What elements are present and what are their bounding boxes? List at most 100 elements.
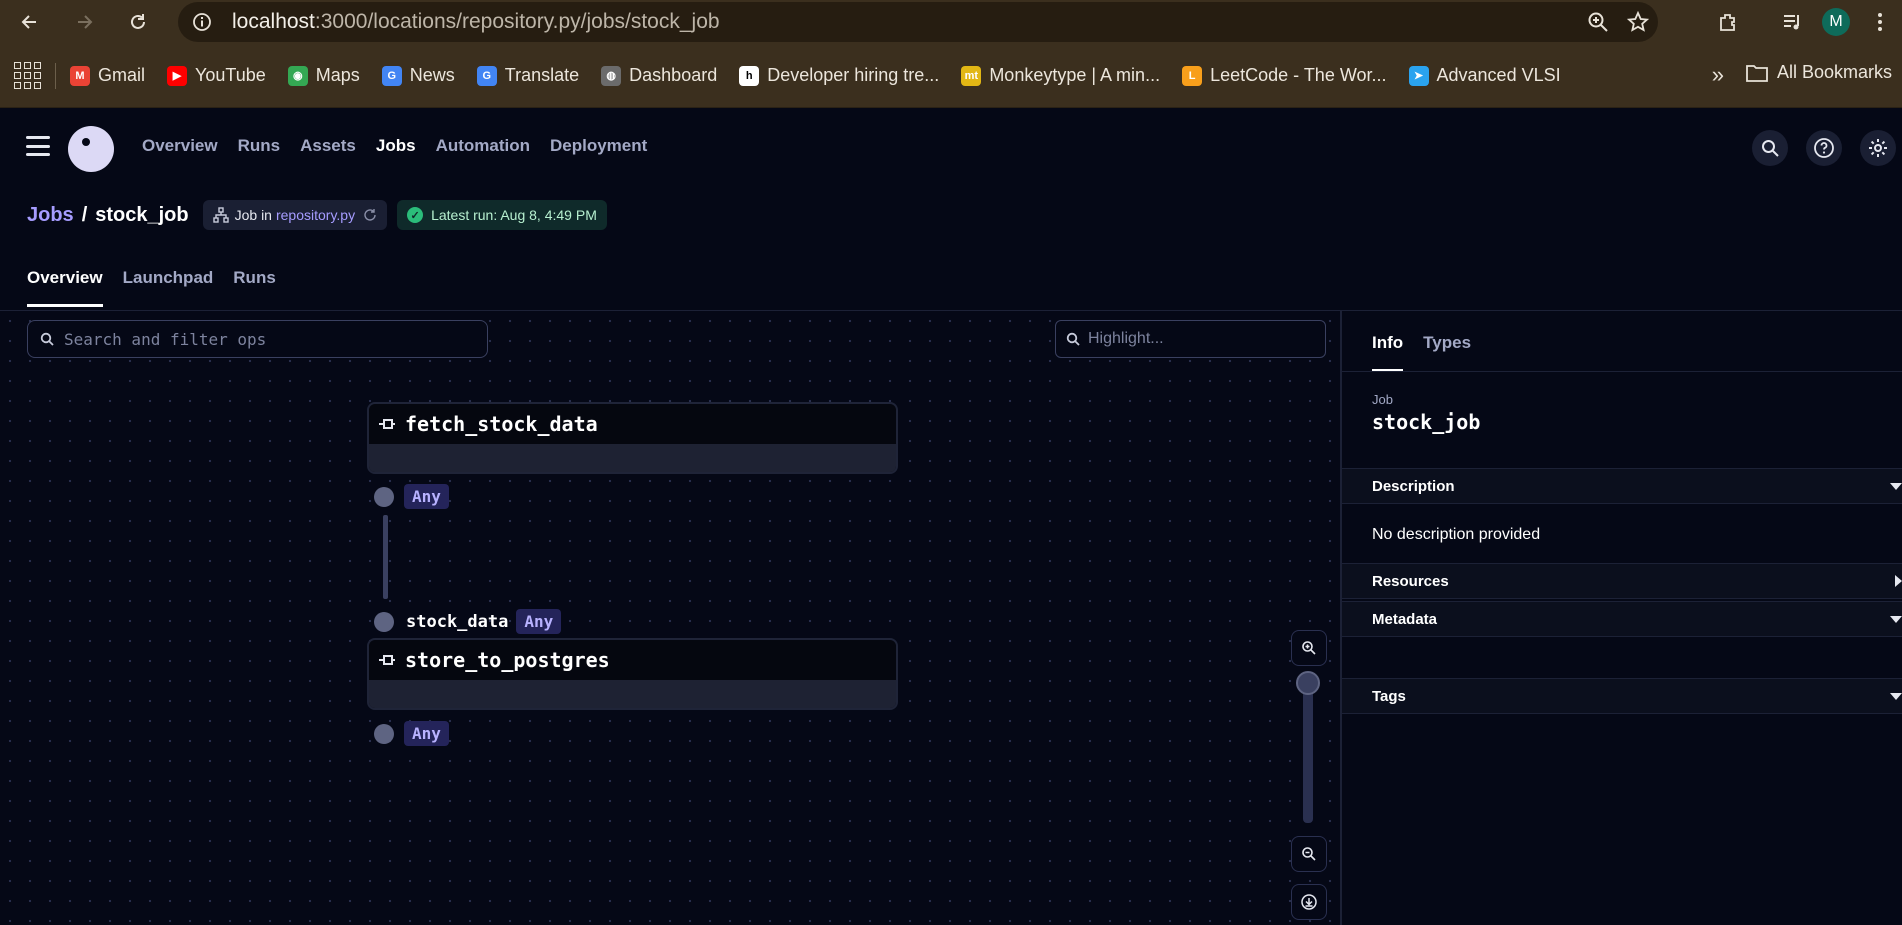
port-dot bbox=[374, 723, 394, 744]
dagster-logo[interactable] bbox=[68, 126, 114, 172]
op-body bbox=[369, 680, 896, 708]
tab-overview[interactable]: Overview bbox=[27, 268, 103, 307]
more-bookmarks-icon[interactable]: » bbox=[1712, 62, 1724, 88]
type-badge: Any bbox=[404, 721, 449, 746]
menu-dots-icon[interactable] bbox=[1858, 0, 1902, 44]
nav-item-automation[interactable]: Automation bbox=[436, 136, 530, 156]
job-name: stock_job bbox=[1372, 410, 1481, 434]
bookmark-label: Monkeytype | A min... bbox=[989, 65, 1161, 85]
page-tabs: Overview Launchpad Runs bbox=[27, 268, 276, 307]
bookmark-label: Gmail bbox=[98, 65, 146, 85]
bookmark-label: Dashboard bbox=[629, 65, 718, 85]
zoom-icon[interactable] bbox=[1578, 2, 1618, 42]
bookmark-favicon-icon: h bbox=[739, 65, 760, 86]
bookmark-youtube[interactable]: ▶ YouTube bbox=[167, 65, 266, 86]
breadcrumb-separator: / bbox=[81, 203, 88, 226]
type-badge: Any bbox=[516, 609, 562, 634]
sidebar-tab-info[interactable]: Info bbox=[1372, 333, 1404, 372]
zoom-out-button[interactable] bbox=[1291, 836, 1327, 872]
bookmark-label: Advanced VLSI bbox=[1436, 65, 1561, 85]
search-ops-input[interactable]: Search and filter ops bbox=[27, 320, 488, 358]
success-check-icon: ✓ bbox=[407, 207, 424, 223]
latest-run-chip[interactable]: ✓ Latest run: Aug 8, 4:49 PM bbox=[397, 200, 607, 230]
search-icon bbox=[40, 332, 54, 346]
bookmark-news[interactable]: G News bbox=[381, 65, 455, 86]
bookmark-monkeytype-a-min[interactable]: mt Monkeytype | A min... bbox=[961, 65, 1160, 86]
op-name: store_to_postgres bbox=[405, 648, 610, 672]
search-icon[interactable] bbox=[1752, 130, 1788, 166]
folder-icon bbox=[1746, 64, 1768, 82]
chevron-right-icon bbox=[1895, 575, 1902, 587]
forward-icon[interactable] bbox=[66, 4, 102, 40]
zoom-slider-track[interactable] bbox=[1303, 673, 1313, 823]
bookmark-translate[interactable]: G Translate bbox=[476, 65, 579, 86]
job-label: Job bbox=[1372, 392, 1393, 407]
section-description[interactable]: Description bbox=[1342, 468, 1902, 504]
bookmark-list: M Gmail ▶ YouTube ◉ Maps G News G Translate ◍ Dashb… bbox=[70, 65, 1583, 86]
repository-icon bbox=[212, 207, 229, 223]
reload-icon[interactable] bbox=[120, 4, 156, 40]
site-info-icon[interactable] bbox=[188, 8, 216, 36]
bookmark-favicon-icon: M bbox=[70, 65, 90, 86]
repository-link[interactable]: repository.py bbox=[276, 207, 355, 223]
zoom-slider-handle[interactable] bbox=[1296, 671, 1320, 695]
op-node-fetch-stock-data[interactable]: fetch_stock_data bbox=[367, 402, 898, 474]
media-icon[interactable] bbox=[1770, 0, 1814, 44]
bookmark-favicon-icon: G bbox=[381, 65, 402, 86]
breadcrumb-jobs-link[interactable]: Jobs bbox=[27, 204, 74, 227]
bookmark-dashboard[interactable]: ◍ Dashboard bbox=[601, 65, 717, 86]
address-bar[interactable]: localhost:3000/locations/repository.py/j… bbox=[178, 2, 1658, 42]
app-header: Overview Runs Assets Jobs Automation Deployme… bbox=[0, 108, 1902, 186]
profile-avatar[interactable]: M bbox=[1814, 0, 1858, 44]
nav-item-overview[interactable]: Overview bbox=[142, 136, 218, 156]
profile-initial: M bbox=[1822, 8, 1850, 36]
output-port-store-to-postgres[interactable]: Any bbox=[374, 721, 449, 746]
bookmark-favicon-icon: ◍ bbox=[601, 65, 622, 86]
latest-run-text: Latest run: Aug 8, 4:49 PM bbox=[431, 207, 597, 223]
bookmark-favicon-icon: ▶ bbox=[167, 65, 188, 86]
output-port-fetch-stock-data[interactable]: Any bbox=[374, 484, 449, 509]
nav-item-assets[interactable]: Assets bbox=[300, 136, 356, 156]
section-title: Resources bbox=[1372, 572, 1449, 590]
help-icon[interactable] bbox=[1806, 130, 1842, 166]
url-host: localhost bbox=[232, 10, 315, 33]
bookmark-maps[interactable]: ◉ Maps bbox=[287, 65, 360, 86]
nav-item-runs[interactable]: Runs bbox=[238, 136, 281, 156]
op-node-store-to-postgres[interactable]: store_to_postgres bbox=[367, 638, 898, 710]
bookmark-gmail[interactable]: M Gmail bbox=[70, 65, 145, 86]
hamburger-menu-icon[interactable] bbox=[26, 136, 50, 156]
highlight-input[interactable]: Highlight... bbox=[1055, 320, 1326, 358]
section-metadata[interactable]: Metadata bbox=[1342, 601, 1902, 637]
section-tags[interactable]: Tags bbox=[1342, 678, 1902, 714]
apps-grid-icon[interactable] bbox=[13, 62, 41, 90]
sidebar-tab-types[interactable]: Types bbox=[1423, 333, 1471, 372]
back-icon[interactable] bbox=[12, 4, 48, 40]
op-icon bbox=[379, 654, 395, 666]
bookmark-label: Maps bbox=[315, 65, 360, 85]
bookmark-star-icon[interactable] bbox=[1618, 2, 1658, 42]
zoom-in-button[interactable] bbox=[1291, 630, 1327, 666]
bookmark-advanced-vlsi[interactable]: ➤ Advanced VLSI bbox=[1408, 65, 1561, 86]
search-icon bbox=[1066, 332, 1080, 346]
extensions-icon[interactable] bbox=[1706, 0, 1750, 44]
nav-item-jobs[interactable]: Jobs bbox=[376, 136, 416, 156]
bookmark-label: LeetCode - The Wor... bbox=[1210, 65, 1387, 85]
bookmark-leetcode-the-wor[interactable]: L LeetCode - The Wor... bbox=[1182, 65, 1387, 86]
all-bookmarks-button[interactable]: All Bookmarks bbox=[1745, 62, 1892, 83]
graph-edge bbox=[383, 515, 388, 599]
download-button[interactable] bbox=[1291, 884, 1327, 920]
tab-runs[interactable]: Runs bbox=[233, 268, 276, 307]
nav-item-deployment[interactable]: Deployment bbox=[550, 136, 647, 156]
op-body bbox=[369, 444, 896, 472]
section-resources[interactable]: Resources bbox=[1342, 563, 1902, 599]
gear-icon[interactable] bbox=[1860, 130, 1896, 166]
tab-launchpad[interactable]: Launchpad bbox=[123, 268, 214, 307]
job-location-chip: Job in repository.py bbox=[202, 200, 388, 230]
bookmark-developer-hiring-tre[interactable]: h Developer hiring tre... bbox=[739, 65, 939, 86]
section-title: Description bbox=[1372, 477, 1455, 495]
reload-repository-icon[interactable] bbox=[363, 208, 377, 222]
input-port-stock-data[interactable]: stock_data Any bbox=[374, 609, 562, 634]
port-dot bbox=[374, 611, 394, 632]
chevron-down-icon bbox=[1890, 692, 1902, 700]
section-title: Tags bbox=[1372, 687, 1406, 705]
